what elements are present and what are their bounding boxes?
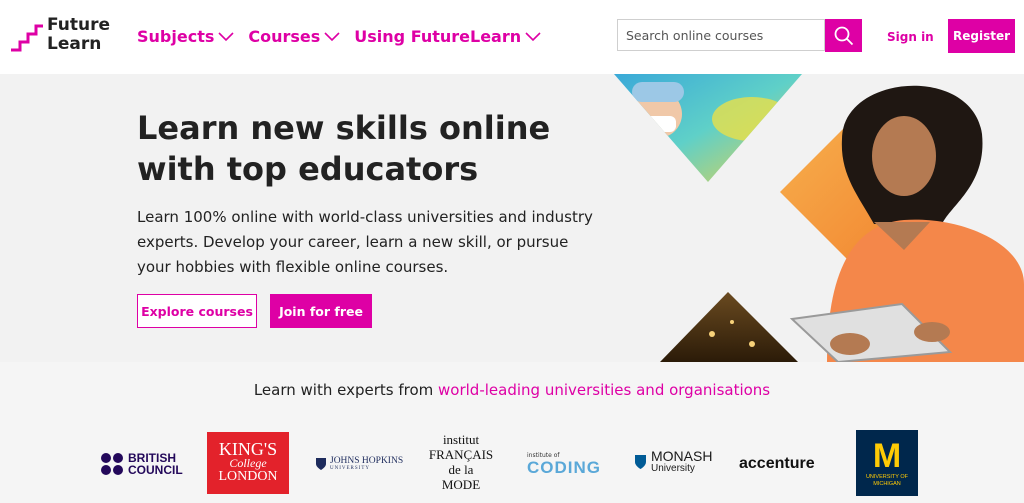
johns-hopkins-logo[interactable]: JOHNS HOPKINS UNIVERSITY xyxy=(315,456,403,472)
explore-courses-button[interactable]: Explore courses xyxy=(137,294,257,328)
logo-text: Future Learn xyxy=(47,15,111,54)
partners-link[interactable]: world-leading universities and organisat… xyxy=(438,381,770,399)
search-box xyxy=(617,19,834,51)
search-icon xyxy=(834,26,853,45)
sign-in-link[interactable]: Sign in xyxy=(887,30,934,44)
hero-title: Learn new skills online with top educato… xyxy=(137,109,551,188)
monash-shield-icon xyxy=(635,455,646,469)
city-image-shape xyxy=(660,292,798,362)
main-nav: Subjects Courses Using FutureLearn xyxy=(137,27,541,46)
accenture-logo[interactable]: accenture xyxy=(739,455,815,473)
partners-title: Learn with experts from world-leading un… xyxy=(253,381,771,399)
chevron-down-icon xyxy=(218,31,234,41)
partners-section: Learn with experts from world-leading un… xyxy=(0,362,1024,503)
futurelearn-logo[interactable]: Future Learn xyxy=(10,16,110,56)
british-council-logo[interactable]: BRITISH COUNCIL xyxy=(100,452,183,476)
institute-of-coding-logo[interactable]: institute of CODING xyxy=(527,452,601,477)
nav-subjects[interactable]: Subjects xyxy=(137,27,234,46)
hero-collage-image xyxy=(614,74,1024,362)
nav-courses[interactable]: Courses xyxy=(248,27,340,46)
chevron-down-icon xyxy=(324,31,340,41)
monash-university-logo[interactable]: MONASH University xyxy=(634,449,712,475)
institut-francais-de-la-mode-logo[interactable]: institut FRANÇAIS de la MODE xyxy=(420,432,502,492)
search-input[interactable] xyxy=(618,20,834,50)
hero-section: Learn new skills online with top educato… xyxy=(0,74,1024,362)
chevron-down-icon xyxy=(525,31,541,41)
university-of-michigan-logo[interactable]: M UNIVERSITY OF MICHIGAN xyxy=(856,430,918,496)
kings-college-london-logo[interactable]: KING'S College LONDON xyxy=(207,432,289,494)
british-council-dots-icon xyxy=(101,453,123,475)
hopkins-shield-icon xyxy=(316,458,326,470)
join-for-free-button[interactable]: Join for free xyxy=(270,294,372,328)
search-button[interactable] xyxy=(825,19,862,52)
register-button[interactable]: Register xyxy=(948,19,1015,53)
logo-steps-icon xyxy=(11,24,43,52)
nav-using-futurelearn[interactable]: Using FutureLearn xyxy=(354,27,541,46)
hero-subtitle: Learn 100% online with world-class unive… xyxy=(137,208,593,276)
